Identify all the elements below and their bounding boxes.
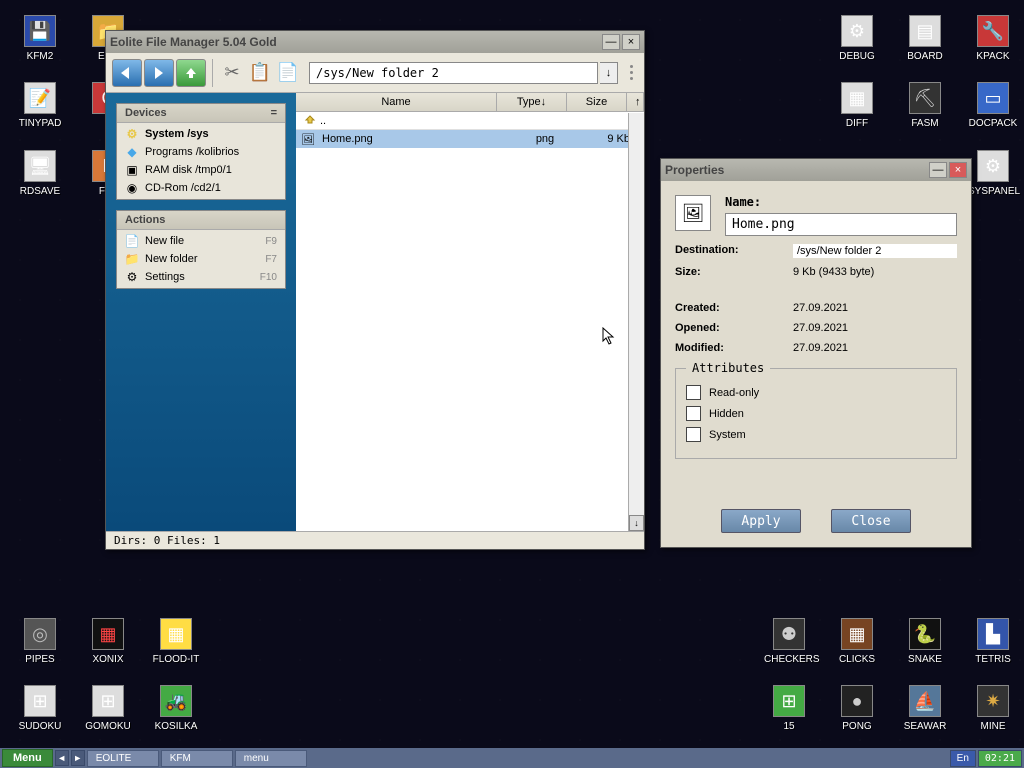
- desktop-icon-docpack[interactable]: ▭DOCPACK: [968, 82, 1018, 129]
- devices-header: Devices: [125, 107, 167, 119]
- task-next-icon[interactable]: ►: [71, 750, 85, 766]
- desktop-icon-kosilka[interactable]: 🚜KOSILKA: [151, 685, 201, 732]
- desktop-icon-sudoku[interactable]: ⊞SUDOKU: [15, 685, 65, 732]
- desktop-icon-debug[interactable]: ⚙DEBUG: [832, 15, 882, 62]
- file-thumbnail-icon: 🖼: [675, 195, 711, 231]
- desktop-icon-gomoku[interactable]: ⊞GOMOKU: [83, 685, 133, 732]
- paste-icon[interactable]: 📄: [275, 59, 301, 87]
- up-button[interactable]: [176, 59, 206, 87]
- action-new-folder[interactable]: 📁New folderF7: [117, 250, 285, 268]
- device-cdrom[interactable]: ◉CD-Rom /cd2/1: [117, 179, 285, 197]
- device-programs[interactable]: ◆Programs /kolibrios: [117, 143, 285, 161]
- action-new-file[interactable]: 📄New fileF9: [117, 232, 285, 250]
- file-scrollbar[interactable]: ↓: [628, 113, 644, 531]
- task-prev-icon[interactable]: ◄: [55, 750, 69, 766]
- fm-statusbar: Dirs: 0 Files: 1: [106, 531, 644, 549]
- col-name[interactable]: Name: [296, 93, 497, 111]
- col-size[interactable]: Size: [567, 93, 627, 111]
- scroll-down-icon[interactable]: ↓: [629, 515, 644, 531]
- devices-collapse-icon[interactable]: =: [271, 107, 277, 119]
- file-manager-window: Eolite File Manager 5.04 Gold — × ✂ 📋 📄 …: [105, 30, 645, 550]
- copy-icon[interactable]: 📋: [247, 59, 273, 87]
- apply-button[interactable]: Apply: [721, 509, 801, 533]
- device-system[interactable]: ⚙System /sys: [117, 125, 285, 143]
- desktop-icon-syspanel[interactable]: ⚙SYSPANEL: [968, 150, 1018, 197]
- address-dropdown[interactable]: ↓: [600, 62, 618, 84]
- actions-header: Actions: [125, 214, 165, 226]
- parent-dir-row[interactable]: ..: [296, 112, 644, 130]
- action-settings[interactable]: ⚙SettingsF10: [117, 268, 285, 286]
- readonly-checkbox[interactable]: [686, 385, 701, 400]
- desktop-icon-mine[interactable]: ✷MINE: [968, 685, 1018, 732]
- close-dialog-button[interactable]: Close: [831, 509, 911, 533]
- desktop[interactable]: 💾KFM2 📝TINYPAD 🖥RDSAVE 📁EOL C FFB2 ⚙DEBU…: [0, 0, 1024, 768]
- name-label: Name:: [725, 195, 957, 209]
- more-menu-icon[interactable]: [624, 65, 638, 80]
- taskbar: Menu ◄ ► EOLITE KFM menu En 02:21: [0, 748, 1024, 768]
- task-kfm[interactable]: KFM: [161, 750, 233, 767]
- desktop-icon-pong[interactable]: ●PONG: [832, 685, 882, 732]
- col-type[interactable]: Type↓: [497, 93, 567, 111]
- task-menu[interactable]: menu: [235, 750, 307, 767]
- size-value: 9 Kb (9433 byte): [793, 266, 957, 278]
- language-indicator[interactable]: En: [950, 750, 976, 767]
- desktop-icon-kfm2[interactable]: 💾KFM2: [15, 15, 65, 62]
- column-headers: Name Type↓ Size ↑: [296, 93, 644, 112]
- desktop-icon-tetris[interactable]: ▙TETRIS: [968, 618, 1018, 665]
- devices-panel: Devices = ⚙System /sys ◆Programs /kolibri…: [116, 103, 286, 200]
- fm-titlebar[interactable]: Eolite File Manager 5.04 Gold — ×: [106, 31, 644, 53]
- file-listing: Name Type↓ Size ↑ .. 🖼 Home.png png 9 Kb: [296, 93, 644, 531]
- attributes-fieldset: Attributes Read-only Hidden System: [675, 368, 957, 459]
- start-menu-button[interactable]: Menu: [2, 749, 53, 767]
- col-scroll-up-icon[interactable]: ↑: [627, 93, 644, 111]
- desktop-icon-diff[interactable]: ▦DIFF: [832, 82, 882, 129]
- actions-panel: Actions 📄New fileF9 📁New folderF7 ⚙Setti…: [116, 210, 286, 289]
- up-folder-icon: [300, 113, 320, 129]
- clock[interactable]: 02:21: [978, 750, 1022, 767]
- fm-sidebar: Devices = ⚙System /sys ◆Programs /kolibri…: [106, 93, 296, 531]
- props-titlebar[interactable]: Properties — ×: [661, 159, 971, 181]
- desktop-icon-kpack[interactable]: 🔧KPACK: [968, 15, 1018, 62]
- file-row[interactable]: 🖼 Home.png png 9 Kb: [296, 130, 644, 148]
- forward-button[interactable]: [144, 59, 174, 87]
- desktop-icon-board[interactable]: ▤BOARD: [900, 15, 950, 62]
- fm-title: Eolite File Manager 5.04 Gold: [110, 35, 600, 49]
- desktop-icon-tinypad[interactable]: 📝TINYPAD: [15, 82, 65, 129]
- system-checkbox[interactable]: [686, 427, 701, 442]
- desktop-icon-rdsave[interactable]: 🖥RDSAVE: [15, 150, 65, 197]
- hidden-checkbox[interactable]: [686, 406, 701, 421]
- desktop-icon-seawar[interactable]: ⛵SEAWAR: [900, 685, 950, 732]
- props-title: Properties: [665, 163, 927, 177]
- modified-value: 27.09.2021: [793, 342, 957, 354]
- device-ramdisk[interactable]: ▣RAM disk /tmp0/1: [117, 161, 285, 179]
- properties-window: Properties — × 🖼 Name: Destination:/sys/…: [660, 158, 972, 548]
- image-file-icon: 🖼: [300, 131, 316, 147]
- desktop-icon-pipes[interactable]: ◎PIPES: [15, 618, 65, 665]
- destination-value: /sys/New folder 2: [793, 244, 957, 258]
- task-eolite[interactable]: EOLITE: [87, 750, 159, 767]
- desktop-icon-fasm[interactable]: ⛏FASM: [900, 82, 950, 129]
- desktop-icon-xonix[interactable]: ▦XONIX: [83, 618, 133, 665]
- minimize-button[interactable]: —: [602, 34, 620, 50]
- opened-value: 27.09.2021: [793, 322, 957, 334]
- props-close-button[interactable]: ×: [949, 162, 967, 178]
- desktop-icon-floodit[interactable]: ▦FLOOD-IT: [151, 618, 201, 665]
- desktop-icon-snake[interactable]: 🐍SNAKE: [900, 618, 950, 665]
- desktop-icon-15[interactable]: ⊞15: [764, 685, 814, 732]
- desktop-icon-checkers[interactable]: ⚉CHECKERS: [764, 618, 814, 665]
- fm-toolbar: ✂ 📋 📄 /sys/New folder 2 ↓: [106, 53, 644, 93]
- created-value: 27.09.2021: [793, 302, 957, 314]
- back-button[interactable]: [112, 59, 142, 87]
- cut-icon[interactable]: ✂: [219, 59, 245, 87]
- address-bar[interactable]: /sys/New folder 2: [309, 62, 598, 84]
- name-input[interactable]: [725, 213, 957, 236]
- props-minimize-button[interactable]: —: [929, 162, 947, 178]
- desktop-icon-clicks[interactable]: ▦CLICKS: [832, 618, 882, 665]
- close-button[interactable]: ×: [622, 34, 640, 50]
